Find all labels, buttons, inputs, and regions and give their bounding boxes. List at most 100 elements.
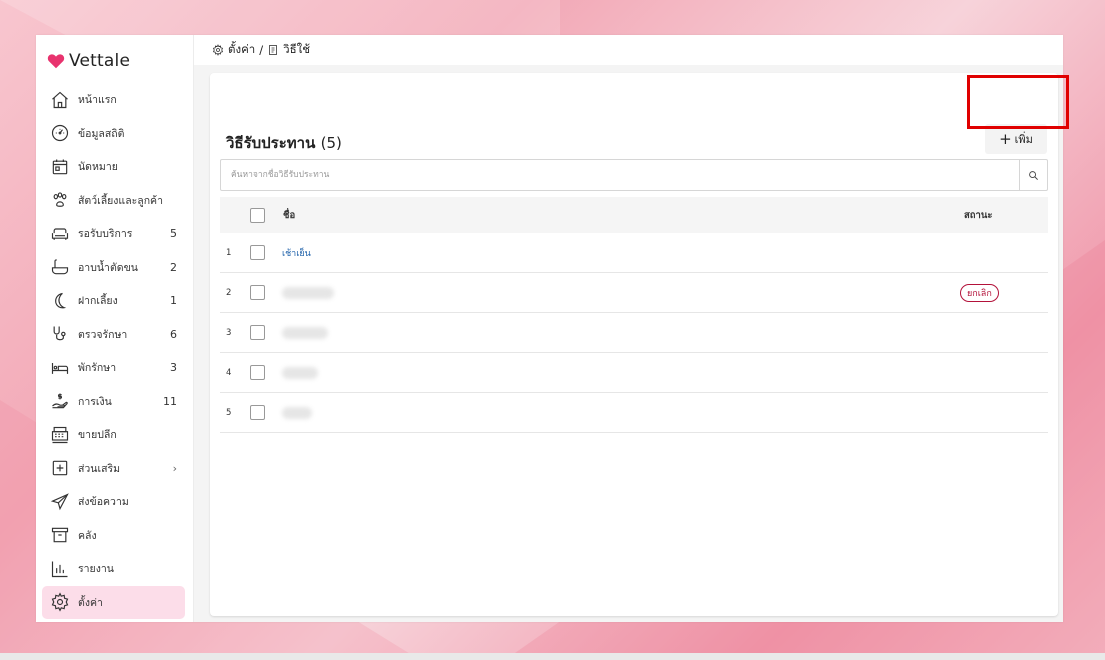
- row-index: 3: [226, 327, 232, 338]
- row-checkbox[interactable]: [250, 285, 265, 300]
- sidebar-item-label: ข้อมูลสถิติ: [78, 127, 125, 140]
- methods-card: วิธีรับประทาน (5) + เพิ่ม ชื่อ สถานะ 1 เ…: [210, 73, 1058, 616]
- dashboard-icon: [50, 123, 70, 143]
- sidebar-item-label: อาบน้ำตัดขน: [78, 261, 138, 274]
- paw-icon: [50, 190, 70, 210]
- table-row[interactable]: 5: [220, 393, 1048, 433]
- sidebar-item-label: นัดหมาย: [78, 161, 118, 174]
- sidebar-item-boarding[interactable]: ฝากเลี้ยง 1: [42, 284, 185, 318]
- column-header-name: ชื่อ: [283, 209, 296, 221]
- breadcrumb-settings[interactable]: ตั้งค่า: [228, 41, 255, 59]
- sidebar-item-count: 2: [170, 260, 177, 274]
- sidebar-item-label: ตั้งค่า: [78, 596, 103, 609]
- search-input[interactable]: [221, 160, 1019, 190]
- row-checkbox[interactable]: [250, 365, 265, 380]
- sidebar: Vettale หน้าแรก ข้อมูลสถิติ นัดหมาย สัตว…: [36, 35, 194, 622]
- cash-register-icon: [50, 425, 70, 445]
- sidebar-item-appointments[interactable]: นัดหมาย: [42, 150, 185, 184]
- row-name-redacted: [282, 286, 334, 299]
- row-name-redacted: [282, 326, 328, 339]
- document-icon: [269, 45, 278, 55]
- sidebar-item-waiting[interactable]: รอรับบริการ 5: [42, 217, 185, 251]
- heart-logo-icon: [47, 54, 65, 69]
- row-index: 4: [226, 367, 232, 378]
- sidebar-item-label: รายงาน: [78, 563, 114, 576]
- sidebar-item-reports[interactable]: รายงาน: [42, 552, 185, 586]
- table-header: ชื่อ สถานะ: [220, 197, 1048, 233]
- breadcrumb-current: วิธีใช้: [283, 42, 311, 56]
- status-badge: ยกเลิก: [960, 283, 999, 302]
- table-row[interactable]: 2 ยกเลิก: [220, 273, 1048, 313]
- calendar-icon: [50, 157, 70, 177]
- money-hand-icon: [50, 391, 70, 411]
- stethoscope-icon: [50, 324, 70, 344]
- chevron-right-icon: ›: [172, 461, 177, 475]
- app-window: Vettale หน้าแรก ข้อมูลสถิติ นัดหมาย สัตว…: [36, 35, 1063, 622]
- row-name-redacted: [282, 406, 312, 419]
- row-checkbox[interactable]: [250, 405, 265, 420]
- gear-icon: [50, 592, 70, 612]
- sidebar-item-label: รอรับบริการ: [78, 228, 133, 241]
- plus-icon: +: [999, 129, 1012, 148]
- sidebar-item-label: คลัง: [78, 529, 97, 542]
- bottom-strip: [0, 653, 1105, 660]
- paper-plane-icon: [50, 492, 70, 512]
- sidebar-item-addons[interactable]: ส่วนเสริม ›: [42, 452, 185, 486]
- sidebar-item-count: 6: [170, 327, 177, 341]
- page-title-text: วิธีรับประทาน: [226, 134, 316, 152]
- sidebar-item-count: 1: [170, 294, 177, 308]
- bath-icon: [50, 257, 70, 277]
- plus-square-icon: [50, 458, 70, 478]
- sidebar-item-label: ตรวจรักษา: [78, 328, 128, 341]
- sidebar-item-inventory[interactable]: คลัง: [42, 519, 185, 553]
- sidebar-item-label: ฝากเลี้ยง: [78, 295, 118, 308]
- add-button-label: เพิ่ม: [1014, 133, 1033, 146]
- sidebar-item-home[interactable]: หน้าแรก: [42, 83, 185, 117]
- table-row[interactable]: 4: [220, 353, 1048, 393]
- breadcrumb: ตั้งค่า / วิธีใช้: [194, 35, 1063, 65]
- brand[interactable]: Vettale: [36, 35, 193, 83]
- sidebar-item-count: 3: [170, 361, 177, 375]
- search-box: [220, 159, 1048, 191]
- table-row[interactable]: 3: [220, 313, 1048, 353]
- sidebar-menu: หน้าแรก ข้อมูลสถิติ นัดหมาย สัตว์เลี้ยงแ…: [36, 83, 193, 619]
- sidebar-item-treatment[interactable]: ตรวจรักษา 6: [42, 318, 185, 352]
- sidebar-item-messages[interactable]: ส่งข้อความ: [42, 485, 185, 519]
- sidebar-item-grooming[interactable]: อาบน้ำตัดขน 2: [42, 251, 185, 285]
- row-name-redacted: [282, 366, 318, 379]
- sidebar-item-count: 11: [163, 394, 177, 408]
- search-button[interactable]: [1019, 160, 1047, 190]
- sofa-icon: [50, 224, 70, 244]
- sidebar-item-settings[interactable]: ตั้งค่า: [42, 585, 185, 619]
- page-title-count: (5): [320, 134, 342, 152]
- sidebar-item-retail[interactable]: ขายปลีก: [42, 418, 185, 452]
- breadcrumb-separator: /: [259, 43, 264, 57]
- sidebar-item-label: พักรักษา: [78, 362, 117, 375]
- add-button[interactable]: + เพิ่ม: [985, 124, 1047, 154]
- table-row[interactable]: 1 เช้าเย็น: [220, 233, 1048, 273]
- sidebar-item-label: ขายปลีก: [78, 429, 117, 442]
- row-checkbox[interactable]: [250, 325, 265, 340]
- select-all-checkbox[interactable]: [250, 207, 265, 223]
- sidebar-item-pets-customers[interactable]: สัตว์เลี้ยงและลูกค้า: [42, 184, 185, 218]
- sidebar-item-label: สัตว์เลี้ยงและลูกค้า: [78, 194, 163, 207]
- row-index: 2: [226, 287, 232, 298]
- row-checkbox[interactable]: [250, 245, 265, 260]
- brand-name: Vettale: [69, 51, 131, 71]
- sidebar-item-stats[interactable]: ข้อมูลสถิติ: [42, 117, 185, 151]
- bar-chart-icon: [50, 559, 70, 579]
- sidebar-item-label: ส่วนเสริม: [78, 462, 121, 475]
- row-index: 5: [226, 407, 232, 418]
- search-icon: [1029, 170, 1038, 180]
- methods-table: ชื่อ สถานะ 1 เช้าเย็น 2 ยกเลิก 3 4 5: [220, 197, 1048, 433]
- gear-icon: [212, 44, 224, 56]
- sidebar-item-label: ส่งข้อความ: [78, 496, 129, 509]
- sidebar-item-label: การเงิน: [78, 395, 112, 408]
- column-header-status: สถานะ: [964, 209, 993, 221]
- row-index: 1: [226, 247, 232, 258]
- sidebar-item-finance[interactable]: การเงิน 11: [42, 385, 185, 419]
- row-name-link[interactable]: เช้าเย็น: [282, 246, 311, 260]
- bed-icon: [50, 358, 70, 378]
- archive-icon: [50, 525, 70, 545]
- sidebar-item-inpatient[interactable]: พักรักษา 3: [42, 351, 185, 385]
